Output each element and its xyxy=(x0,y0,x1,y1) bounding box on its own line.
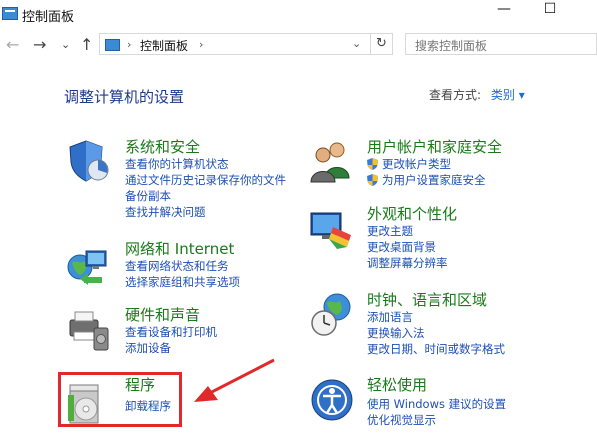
link[interactable]: 更换输入法 xyxy=(367,325,505,341)
appearance-icon[interactable] xyxy=(309,205,355,251)
address-text[interactable]: 控制面板 xyxy=(140,37,188,54)
link[interactable]: 选择家庭组和共享选项 xyxy=(125,274,240,290)
address-separator[interactable]: › xyxy=(199,38,203,51)
link[interactable]: 添加设备 xyxy=(125,340,217,356)
view-by: 查看方式: 类别 ▾ xyxy=(429,86,525,103)
forward-button[interactable]: → xyxy=(33,37,46,53)
window-title: 控制面板 xyxy=(22,10,75,25)
category-network: 网络和 Internet 查看网络状态和任务 选择家庭组和共享选项 xyxy=(125,240,240,290)
link[interactable]: 使用 Windows 建议的设置 xyxy=(367,396,506,412)
link[interactable]: 更改桌面背景 xyxy=(367,239,457,255)
clock-globe-icon[interactable] xyxy=(309,291,355,337)
link[interactable]: 查找并解决问题 xyxy=(125,204,286,220)
category-appearance: 外观和个性化 更改主题 更改桌面背景 调整屏幕分辨率 xyxy=(367,205,457,271)
category-title[interactable]: 硬件和声音 xyxy=(125,306,217,324)
view-by-dropdown[interactable]: 类别 xyxy=(491,88,515,102)
category-user-accounts: 用户帐户和家庭安全 更改帐户类型 为用户设置家庭安全 xyxy=(367,138,502,188)
link[interactable]: 调整屏幕分辨率 xyxy=(367,255,457,271)
title-bar: 控制面板 — ☐ xyxy=(0,0,597,30)
up-button[interactable]: ↑ xyxy=(80,37,93,53)
red-arrow-annotation xyxy=(194,358,275,402)
uac-shield-icon xyxy=(367,174,378,186)
search-input[interactable]: 搜索控制面板 xyxy=(405,33,597,55)
category-title[interactable]: 网络和 Internet xyxy=(125,240,240,258)
address-separator: › xyxy=(127,38,132,51)
recent-locations-button[interactable]: ⌄ xyxy=(61,37,70,53)
link[interactable]: 为用户设置家庭安全 xyxy=(382,172,486,188)
shield-icon[interactable] xyxy=(66,138,112,184)
category-title[interactable]: 时钟、语言和区域 xyxy=(367,291,505,309)
link[interactable]: 添加语言 xyxy=(367,309,505,325)
category-clock-region: 时钟、语言和区域 添加语言 更换输入法 更改日期、时间或数字格式 xyxy=(367,291,505,357)
network-globe-icon[interactable] xyxy=(66,243,112,289)
printer-icon[interactable] xyxy=(66,306,112,352)
back-button[interactable]: ← xyxy=(6,37,19,53)
uac-shield-icon xyxy=(367,158,378,170)
highlight-box xyxy=(58,372,182,427)
category-title[interactable]: 系统和安全 xyxy=(125,138,286,156)
category-ease-of-access: 轻松使用 使用 Windows 建议的设置 优化视觉显示 xyxy=(367,376,506,428)
address-dropdown-icon[interactable]: ⌄ xyxy=(352,37,361,50)
link[interactable]: 查看设备和打印机 xyxy=(125,324,217,340)
maximize-button[interactable]: ☐ xyxy=(530,0,570,22)
link[interactable]: 查看网络状态和任务 xyxy=(125,258,240,274)
view-by-label: 查看方式: xyxy=(429,88,482,102)
users-icon[interactable] xyxy=(309,138,355,184)
category-system-security: 系统和安全 查看你的计算机状态 通过文件历史记录保存你的文件 备份副本 查找并解… xyxy=(125,138,286,220)
category-title[interactable]: 轻松使用 xyxy=(367,376,506,394)
link[interactable]: 更改帐户类型 xyxy=(382,156,451,172)
link[interactable]: 更改日期、时间或数字格式 xyxy=(367,341,505,357)
control-panel-icon xyxy=(105,39,120,51)
link[interactable]: 优化视觉显示 xyxy=(367,412,506,428)
link[interactable]: 通过文件历史记录保存你的文件 xyxy=(125,172,286,188)
address-bar[interactable]: › 控制面板 › ⌄ xyxy=(99,33,371,55)
link[interactable]: 更改主题 xyxy=(367,223,457,239)
link[interactable]: 查看你的计算机状态 xyxy=(125,156,286,172)
ease-of-access-icon[interactable] xyxy=(309,377,355,423)
minimize-button[interactable]: — xyxy=(484,0,524,22)
category-title[interactable]: 外观和个性化 xyxy=(367,205,457,223)
chevron-down-icon[interactable]: ▾ xyxy=(519,88,525,102)
page-title: 调整计算机的设置 xyxy=(64,88,185,106)
control-panel-icon xyxy=(2,7,18,20)
link[interactable]: 备份副本 xyxy=(125,188,286,204)
refresh-button[interactable]: ↻ xyxy=(371,33,393,55)
category-hardware-sound: 硬件和声音 查看设备和打印机 添加设备 xyxy=(125,306,217,356)
category-title[interactable]: 用户帐户和家庭安全 xyxy=(367,138,502,156)
